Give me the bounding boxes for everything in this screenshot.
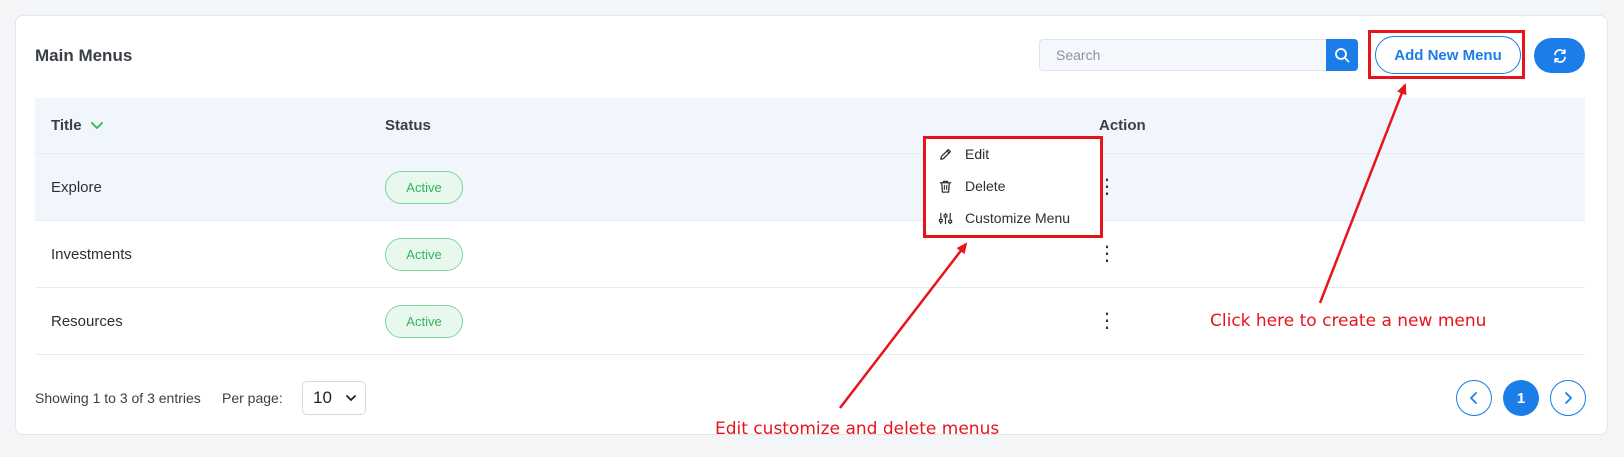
chevron-left-icon	[1470, 392, 1477, 404]
search-button[interactable]	[1326, 39, 1358, 71]
table-row: Explore Active ⋮	[35, 154, 1585, 221]
per-page-label: Per page:	[222, 390, 283, 406]
table-header: Title Status Action	[35, 98, 1585, 154]
page-title: Main Menus	[35, 46, 133, 65]
add-menu-annotation: Click here to create a new menu	[1210, 311, 1487, 331]
actions-menu-highlight	[923, 136, 1103, 238]
more-options-icon[interactable]: ⋮	[1095, 244, 1119, 264]
more-options-icon[interactable]: ⋮	[1095, 311, 1119, 331]
refresh-icon	[1553, 48, 1566, 63]
refresh-button[interactable]	[1534, 38, 1585, 73]
row-title: Explore	[51, 178, 102, 196]
status-badge: Active	[385, 304, 463, 338]
entries-info: Showing 1 to 3 of 3 entries	[35, 390, 201, 406]
action-column-header: Action	[1099, 117, 1146, 134]
per-page-value: 10	[313, 388, 332, 407]
add-button-highlight	[1368, 30, 1525, 79]
title-column-header[interactable]: Title	[35, 117, 385, 134]
status-column-header: Status	[385, 117, 431, 134]
status-badge: Active	[385, 237, 463, 271]
table-row: Investments Active ⋮	[35, 221, 1585, 288]
per-page-select[interactable]: 10	[302, 381, 366, 415]
edit-menu-annotation: Edit customize and delete menus	[715, 419, 1000, 439]
search-icon	[1335, 48, 1350, 63]
chevron-right-icon	[1565, 392, 1572, 404]
search-input[interactable]	[1039, 39, 1326, 71]
chevron-down-icon	[90, 121, 103, 129]
previous-page-button[interactable]	[1456, 380, 1492, 416]
row-title: Investments	[51, 245, 132, 263]
next-page-button[interactable]	[1550, 380, 1586, 416]
row-title: Resources	[51, 312, 123, 330]
search-bar	[1039, 39, 1358, 71]
page-1-button[interactable]: 1	[1503, 380, 1539, 416]
chevron-down-icon	[346, 395, 356, 401]
title-header-label: Title	[51, 117, 82, 134]
status-badge: Active	[385, 170, 463, 204]
